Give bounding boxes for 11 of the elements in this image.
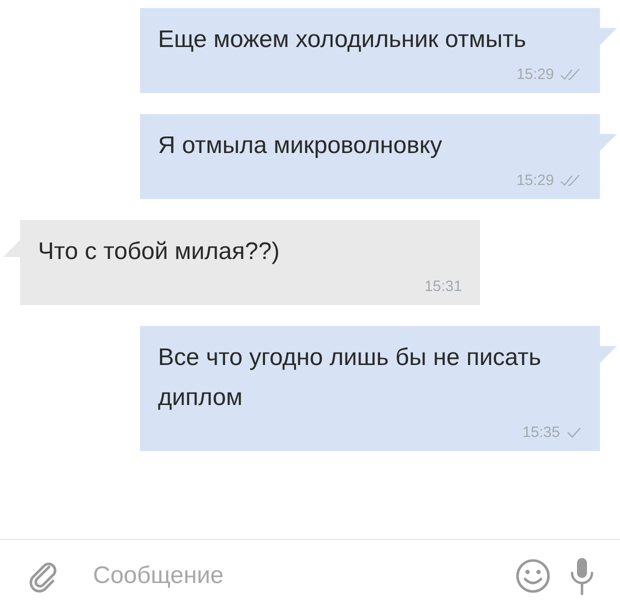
message-text: Я отмыла микроволновку: [158, 131, 444, 161]
message-text: Еще можем холодильник отмыть: [158, 25, 528, 55]
microphone-icon[interactable]: [569, 556, 595, 596]
message-time: 15:29: [516, 172, 554, 189]
message-time: 15:29: [516, 66, 554, 83]
message-time: 15:35: [522, 424, 560, 441]
message-time: 15:31: [424, 278, 462, 295]
message-text: Все что угодно лишь бы не писать диплом: [158, 343, 542, 413]
smiley-icon[interactable]: [515, 558, 551, 594]
message-text: Что с тобой милая??): [38, 237, 281, 267]
message-input[interactable]: Сообщение: [79, 558, 497, 594]
